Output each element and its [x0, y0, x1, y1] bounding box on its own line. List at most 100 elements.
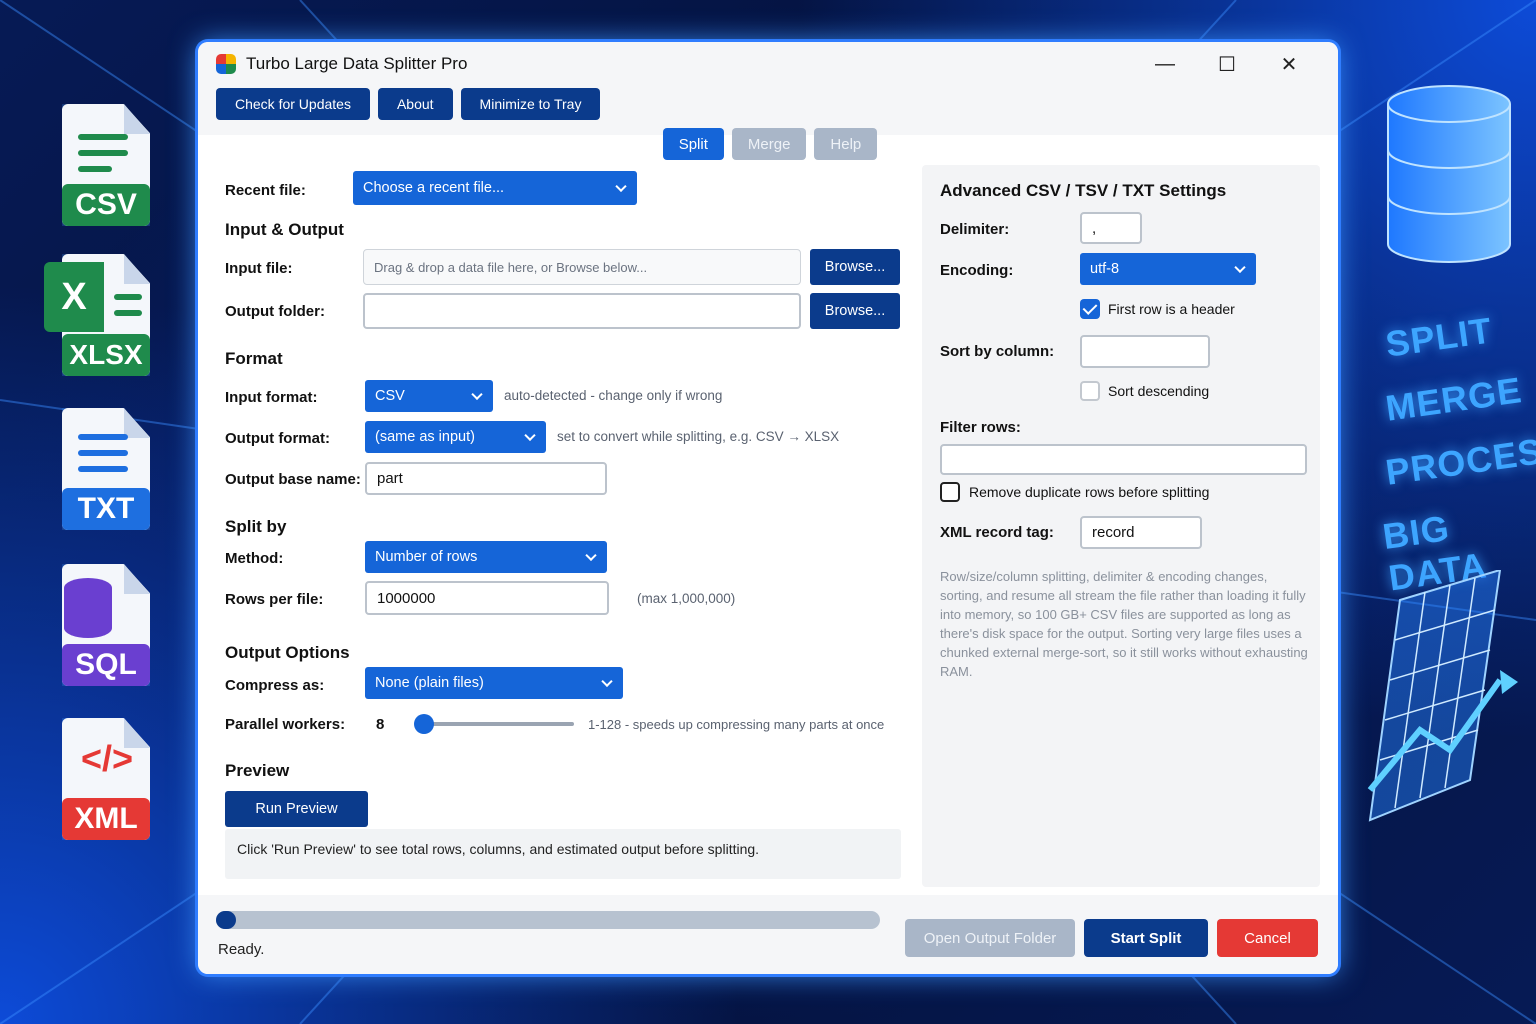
output-format-label: Output format: [225, 430, 330, 447]
preview-output: Click 'Run Preview' to see total rows, c… [225, 829, 901, 879]
csv-file-icon: CSV [44, 104, 152, 232]
xml-file-icon: </> XML [44, 718, 152, 846]
chevron-down-icon [615, 180, 627, 193]
minimize-button[interactable]: — [1134, 44, 1196, 84]
input-file-dropzone[interactable]: Drag & drop a data file here, or Browse … [363, 249, 801, 285]
xlsx-letter: X [44, 262, 104, 332]
recent-file-value: Choose a recent file... [363, 180, 505, 196]
rows-per-file-input[interactable]: 1000000 [365, 581, 609, 615]
app-window: Turbo Large Data Splitter Pro — ☐ ✕ Chec… [198, 42, 1338, 974]
header-row-label: First row is a header [1108, 301, 1235, 317]
tab-help[interactable]: Help [814, 128, 878, 160]
input-format-select[interactable]: CSV [365, 380, 493, 412]
output-folder-label: Output folder: [225, 303, 325, 320]
format-header: Format [225, 349, 283, 368]
workers-label: Parallel workers: [225, 716, 346, 733]
chevron-down-icon [471, 388, 483, 401]
chevron-down-icon [601, 675, 613, 688]
footer-bar: Ready. Open Output Folder Start Split Ca… [198, 895, 1338, 974]
recent-file-select[interactable]: Choose a recent file... [353, 171, 637, 205]
recent-file-label: Recent file: [225, 182, 306, 199]
xlsx-file-icon: X XLSX [44, 254, 152, 382]
dedupe-label: Remove duplicate rows before splitting [969, 484, 1210, 500]
sort-column-input[interactable] [1080, 335, 1210, 368]
tab-merge[interactable]: Merge [731, 128, 807, 160]
output-format-select[interactable]: (same as input) [365, 421, 546, 453]
io-header: Input & Output [225, 220, 344, 239]
workers-slider-knob[interactable] [413, 714, 434, 734]
status-text: Ready. [218, 941, 265, 958]
output-format-note: set to convert while splitting, e.g. CSV… [557, 429, 840, 444]
main-content: Recent file: Choose a recent file... Inp… [198, 135, 1338, 895]
preview-header: Preview [225, 761, 290, 780]
streaming-info-text: Row/size/column splitting, delimiter & e… [940, 569, 1308, 679]
browse-output-button[interactable]: Browse... [810, 293, 900, 329]
advanced-header: Advanced CSV / TSV / TXT Settings [940, 181, 1227, 200]
input-format-label: Input format: [225, 389, 318, 406]
chevron-down-icon [585, 549, 597, 562]
cancel-button[interactable]: Cancel [1217, 919, 1318, 957]
xml-tag-input[interactable]: record [1080, 516, 1202, 549]
browse-input-button[interactable]: Browse... [810, 249, 900, 285]
code-glyph: </> [80, 738, 134, 779]
base-name-input[interactable]: part [365, 462, 607, 495]
rows-max-note: (max 1,000,000) [637, 591, 736, 606]
header-row-checkbox[interactable] [1080, 299, 1100, 319]
progress-bar [216, 911, 880, 929]
input-file-label: Input file: [225, 260, 293, 277]
open-output-folder-button[interactable]: Open Output Folder [905, 919, 1075, 957]
compress-label: Compress as: [225, 677, 325, 694]
workers-slider-track[interactable] [416, 722, 574, 726]
run-preview-button[interactable]: Run Preview [225, 791, 368, 827]
sort-descending-checkbox[interactable] [1080, 381, 1100, 401]
xml-label: XML [62, 798, 150, 840]
sql-file-icon: SQL [44, 564, 152, 692]
preview-text: Click 'Run Preview' to see total rows, c… [237, 841, 760, 857]
filter-rows-label: Filter rows: [940, 419, 1021, 436]
base-name-label: Output base name: [225, 471, 361, 488]
output-folder-input[interactable] [363, 293, 801, 329]
start-split-button[interactable]: Start Split [1084, 919, 1208, 957]
sort-column-label: Sort by column: [940, 343, 1055, 360]
database-icon [1387, 85, 1511, 263]
progress-fill [216, 911, 236, 929]
csv-label: CSV [62, 184, 150, 226]
chevron-down-icon [524, 429, 536, 442]
output-format-value: (same as input) [375, 429, 475, 445]
input-format-note: auto-detected - change only if wrong [504, 388, 723, 403]
delimiter-input[interactable]: , [1080, 212, 1142, 244]
close-button[interactable]: ✕ [1258, 44, 1320, 84]
chevron-down-icon [1234, 261, 1246, 274]
workers-value: 8 [376, 716, 385, 733]
txt-label: TXT [62, 488, 150, 530]
sort-descending-label: Sort descending [1108, 383, 1210, 399]
app-logo-icon [216, 54, 236, 74]
about-button[interactable]: About [377, 88, 453, 120]
toolbar: Check for Updates About Minimize to Tray [198, 86, 1338, 122]
encoding-label: Encoding: [940, 262, 1014, 279]
sql-label: SQL [62, 644, 150, 686]
method-value: Number of rows [375, 549, 478, 565]
window-title: Turbo Large Data Splitter Pro [246, 54, 468, 73]
method-select[interactable]: Number of rows [365, 541, 607, 573]
advanced-settings-panel: Advanced CSV / TSV / TXT Settings Delimi… [922, 165, 1320, 887]
encoding-select[interactable]: utf-8 [1080, 253, 1256, 285]
filter-rows-input[interactable] [940, 444, 1307, 475]
method-label: Method: [225, 550, 284, 567]
split-by-header: Split by [225, 517, 287, 536]
output-options-header: Output Options [225, 643, 350, 662]
title-bar: Turbo Large Data Splitter Pro — ☐ ✕ [198, 42, 1338, 86]
rows-per-file-label: Rows per file: [225, 591, 324, 608]
spreadsheet-chart-icon [1367, 570, 1518, 822]
main-tabs: Split Merge Help [198, 128, 1338, 162]
xml-tag-label: XML record tag: [940, 524, 1054, 541]
maximize-button[interactable]: ☐ [1196, 44, 1258, 84]
compress-select[interactable]: None (plain files) [365, 667, 623, 699]
encoding-value: utf-8 [1090, 261, 1120, 277]
txt-file-icon: TXT [44, 408, 152, 536]
check-updates-button[interactable]: Check for Updates [216, 88, 370, 120]
tab-split[interactable]: Split [662, 128, 724, 160]
dedupe-checkbox[interactable] [940, 482, 960, 502]
minimize-to-tray-button[interactable]: Minimize to Tray [460, 88, 601, 120]
input-format-value: CSV [375, 388, 405, 404]
